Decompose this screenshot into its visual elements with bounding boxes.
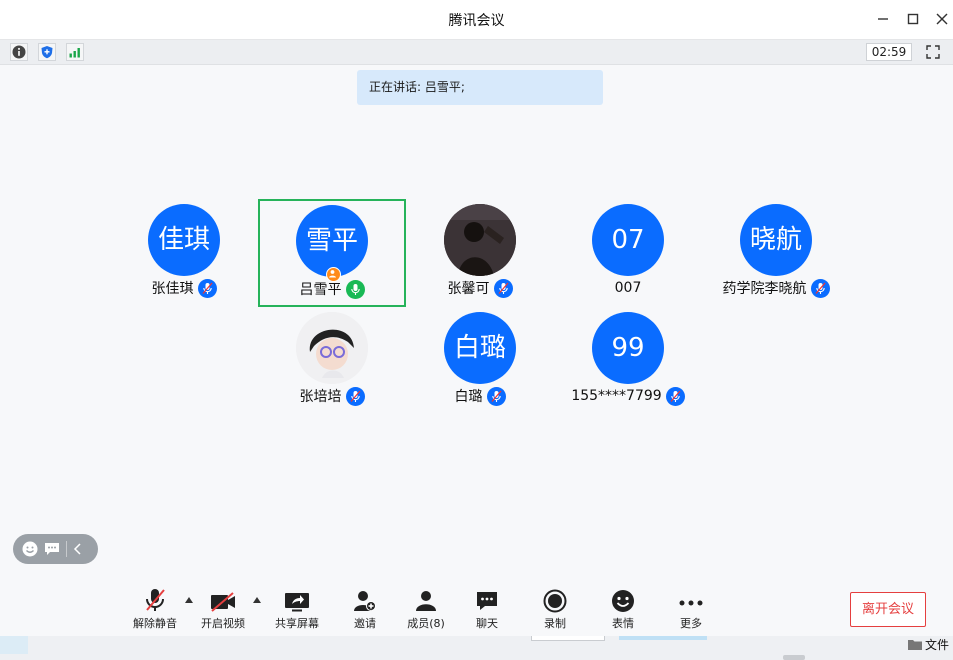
emoji-icon bbox=[593, 585, 653, 613]
members-icon bbox=[396, 585, 456, 613]
participant-name: 张培培 bbox=[299, 389, 342, 405]
emoji-icon[interactable] bbox=[22, 541, 38, 557]
record-icon bbox=[525, 585, 585, 613]
folder-icon bbox=[908, 640, 922, 650]
meeting-toolbar: 解除静音 开启视频 共享屏幕 邀请 成员(8) 聊天 录制 表情 更多 bbox=[0, 585, 953, 633]
mic-muted-icon bbox=[810, 278, 830, 298]
video-options-caret[interactable] bbox=[253, 597, 261, 603]
participant-name: 张馨可 bbox=[447, 281, 490, 297]
invite-user-icon bbox=[335, 585, 395, 613]
meeting-status-bar: 02:59 bbox=[0, 40, 953, 65]
audio-options-caret[interactable] bbox=[185, 597, 193, 603]
emoji-button[interactable]: 表情 bbox=[593, 585, 653, 631]
record-button[interactable]: 录制 bbox=[525, 585, 585, 631]
window-title: 腾讯会议 bbox=[448, 13, 505, 29]
video-off-icon bbox=[193, 585, 253, 613]
share-screen-label: 共享屏幕 bbox=[275, 617, 319, 630]
avatar: 佳琪 bbox=[148, 204, 220, 276]
avatar-photo bbox=[296, 312, 368, 384]
record-label: 录制 bbox=[544, 617, 566, 630]
divider bbox=[66, 541, 67, 557]
taskbar-box bbox=[531, 636, 605, 641]
participant-tile[interactable]: 白璐 白璐 bbox=[406, 306, 554, 414]
mic-off-icon bbox=[125, 585, 185, 613]
emoji-label: 表情 bbox=[612, 617, 634, 630]
taskbar-left-block bbox=[0, 636, 28, 654]
participant-tile[interactable]: 晓航 药学院李晓航 bbox=[702, 198, 850, 306]
more-button[interactable]: 更多 bbox=[661, 585, 721, 631]
leave-meeting-button[interactable]: 离开会议 bbox=[850, 592, 926, 627]
chat-icon bbox=[457, 585, 517, 613]
security-shield-icon[interactable] bbox=[38, 43, 56, 61]
share-screen-icon bbox=[267, 585, 327, 613]
invite-button[interactable]: 邀请 bbox=[335, 585, 395, 631]
scrollbar-thumb[interactable] bbox=[783, 655, 805, 660]
avatar: 晓航 bbox=[740, 204, 812, 276]
avatar-photo bbox=[444, 204, 516, 276]
chat-button[interactable]: 聊天 bbox=[457, 585, 517, 631]
background-taskbar bbox=[0, 636, 953, 660]
message-icon[interactable] bbox=[44, 542, 60, 556]
members-label: 成员(8) bbox=[407, 617, 445, 630]
participant-name: 药学院李晓航 bbox=[722, 281, 807, 297]
more-dots-icon bbox=[661, 585, 721, 613]
chevron-left-icon[interactable] bbox=[73, 543, 83, 555]
invite-label: 邀请 bbox=[354, 617, 376, 630]
maximize-button[interactable] bbox=[904, 10, 922, 28]
unmute-label: 解除静音 bbox=[133, 617, 177, 630]
speaking-indicator: 正在讲话: 吕雪平; bbox=[357, 70, 603, 105]
participant-name: 张佳琪 bbox=[151, 281, 194, 297]
chat-label: 聊天 bbox=[476, 617, 498, 630]
taskbar-highlight bbox=[619, 636, 707, 640]
meeting-timer: 02:59 bbox=[866, 43, 912, 61]
signal-strength-icon[interactable] bbox=[66, 43, 84, 61]
avatar: 白璐 bbox=[444, 312, 516, 384]
minimize-button[interactable] bbox=[874, 10, 892, 28]
floating-chat-pill[interactable] bbox=[13, 534, 98, 564]
close-button[interactable] bbox=[933, 10, 951, 28]
file-label: 文件 bbox=[925, 638, 950, 652]
participant-name: 155****7799 bbox=[571, 388, 662, 404]
info-icon[interactable] bbox=[10, 43, 28, 61]
more-label: 更多 bbox=[680, 617, 702, 630]
unmute-button[interactable]: 解除静音 bbox=[125, 585, 185, 631]
participant-tile[interactable]: 07 007 bbox=[554, 198, 702, 306]
mic-speaking-icon bbox=[345, 279, 365, 299]
fullscreen-icon[interactable] bbox=[924, 43, 942, 61]
mic-muted-icon bbox=[493, 278, 513, 298]
start-video-label: 开启视频 bbox=[201, 617, 245, 630]
title-bar: 腾讯会议 bbox=[0, 0, 953, 40]
mic-muted-icon bbox=[486, 386, 506, 406]
participant-tile[interactable]: 张馨可 bbox=[406, 198, 554, 306]
mic-muted-icon bbox=[197, 278, 217, 298]
participant-tile[interactable]: 张培培 bbox=[258, 306, 406, 414]
participant-name: 007 bbox=[614, 280, 642, 296]
start-video-button[interactable]: 开启视频 bbox=[193, 585, 253, 631]
avatar: 99 bbox=[592, 312, 664, 384]
participant-name: 吕雪平 bbox=[299, 282, 342, 298]
mic-muted-icon bbox=[345, 386, 365, 406]
participant-tile-active-speaker[interactable]: 雪平 吕雪平 bbox=[258, 199, 406, 307]
share-screen-button[interactable]: 共享屏幕 bbox=[267, 585, 327, 631]
taskbar-file-item[interactable]: 文件 bbox=[908, 636, 949, 653]
avatar: 07 bbox=[592, 204, 664, 276]
participant-name: 白璐 bbox=[454, 389, 483, 405]
participant-tile[interactable]: 99 155****7799 bbox=[554, 306, 702, 414]
members-button[interactable]: 成员(8) bbox=[396, 585, 456, 631]
mic-muted-icon bbox=[665, 386, 685, 406]
participant-tile[interactable]: 佳琪 张佳琪 bbox=[110, 198, 258, 306]
